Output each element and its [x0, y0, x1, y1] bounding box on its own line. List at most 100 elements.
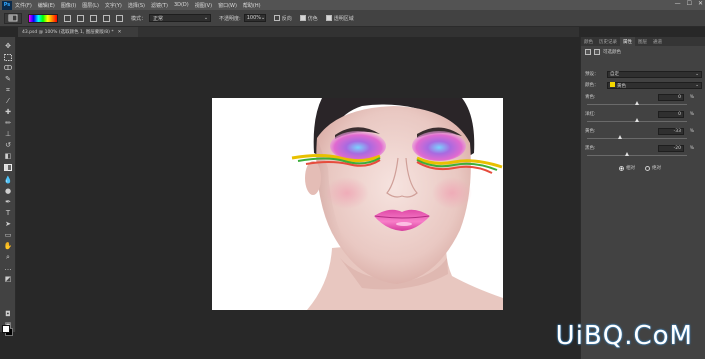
yellow-swatch-icon	[610, 81, 615, 87]
shape-tool-icon[interactable]: ▭	[3, 230, 13, 240]
menu-bar: Ps 文件(F) 编辑(E) 图像(I) 图层(L) 文字(Y) 选择(S) 滤…	[0, 0, 705, 10]
menu-3d[interactable]: 3D(D)	[171, 2, 192, 8]
slider-row: 黄色: -33%	[585, 127, 702, 135]
menu-select[interactable]: 选择(S)	[125, 2, 148, 9]
menu-window[interactable]: 窗口(W)	[215, 2, 240, 9]
properties-header: 可选颜色	[581, 46, 705, 58]
healing-brush-tool-icon[interactable]: ✚	[3, 107, 13, 117]
diamond-gradient-icon[interactable]	[116, 14, 123, 22]
slider-row: 黑色: -20%	[585, 144, 702, 152]
colors-select[interactable]: 黄色 ⌄	[607, 81, 702, 89]
eyedropper-tool-icon[interactable]: ⁄	[3, 96, 13, 106]
brush-tool-icon[interactable]: ✏	[3, 118, 13, 128]
opacity-label: 不透明度:	[219, 15, 241, 22]
slider-row: 洋红: 0%	[585, 110, 702, 118]
method-radio-group: 相对 绝对	[619, 165, 661, 171]
menu-filter[interactable]: 滤镜(T)	[148, 2, 171, 9]
more-tools-icon[interactable]: …	[3, 263, 13, 273]
slider-thumb[interactable]	[624, 152, 629, 156]
maximize-button[interactable]: ☐	[687, 0, 692, 7]
slider-unit: %	[689, 94, 694, 100]
close-tab-icon[interactable]: ✕	[118, 30, 122, 35]
slider-unit: %	[689, 145, 694, 151]
chevron-down-icon: ⌄	[695, 71, 699, 77]
mask-icon[interactable]	[594, 49, 600, 55]
quick-select-tool-icon[interactable]: ✎	[3, 74, 13, 84]
transparency-checkbox[interactable]	[325, 15, 332, 21]
angle-gradient-icon[interactable]	[90, 14, 97, 22]
dodge-tool-icon[interactable]: ●	[3, 186, 13, 196]
mode-select[interactable]: 正常 ⌄	[149, 14, 212, 22]
slider-thumb[interactable]	[634, 101, 639, 105]
tools-panel: ✥ ↀ ✎ ⌗ ⁄ ✚ ✏ ⊥ ↺ ◧ 💧 ● ✒ T ➤ ▭ ✋ ⌕ … ◩ …	[0, 37, 16, 336]
colors-value-wrap: 黄色	[610, 81, 626, 89]
mode-label: 模式：	[131, 15, 147, 22]
foreground-color-swatch[interactable]	[2, 325, 10, 333]
gradient-tool-icon[interactable]	[3, 162, 13, 172]
slider-track[interactable]	[587, 118, 687, 122]
document-canvas[interactable]	[212, 98, 503, 310]
colors-value: 黄色	[617, 83, 626, 89]
slider-value-input[interactable]: -20	[658, 144, 684, 152]
default-colors-icon[interactable]: ◩	[3, 274, 13, 284]
document-tab[interactable]: 43.psd @ 100% (选取颜色 1, 图层蒙版/8) * ✕	[18, 27, 138, 37]
lasso-tool-icon[interactable]: ↀ	[3, 63, 13, 73]
tab-layers[interactable]: 图层	[635, 37, 650, 46]
slider-value-input[interactable]: 0	[658, 93, 684, 101]
close-window-button[interactable]: ✕	[698, 0, 703, 7]
dither-label: 仿色	[307, 15, 318, 22]
radio-absolute[interactable]: 绝对	[645, 165, 661, 171]
quick-mask-icon[interactable]: ◘	[3, 309, 13, 319]
menu-layer[interactable]: 图层(L)	[79, 2, 102, 9]
menu-file[interactable]: 文件(F)	[12, 2, 35, 9]
move-tool-icon[interactable]: ✥	[3, 41, 13, 51]
slider-track[interactable]	[587, 135, 687, 139]
linear-gradient-icon[interactable]	[64, 14, 71, 22]
pen-tool-icon[interactable]: ✒	[3, 197, 13, 207]
slider-value-input[interactable]: -33	[658, 127, 684, 135]
slider-thumb[interactable]	[617, 135, 622, 139]
properties-panel: 颜色 历史记录 属性 图层 通道 可选颜色 预设： 自定 ⌄ 颜色： 黄色 ⌄ …	[580, 37, 705, 359]
clone-stamp-tool-icon[interactable]: ⊥	[3, 129, 13, 139]
menu-image[interactable]: 图像(I)	[58, 2, 79, 9]
tab-color[interactable]: 颜色	[581, 37, 596, 46]
eraser-tool-icon[interactable]: ◧	[3, 151, 13, 161]
slider-label: 青色:	[585, 95, 596, 100]
marquee-tool-icon[interactable]	[3, 52, 13, 62]
crop-tool-icon[interactable]: ⌗	[3, 85, 13, 95]
radial-gradient-icon[interactable]	[77, 14, 84, 22]
tab-properties[interactable]: 属性	[620, 37, 635, 46]
reflected-gradient-icon[interactable]	[103, 14, 110, 22]
tab-history[interactable]: 历史记录	[596, 37, 620, 46]
slider-value-input[interactable]: 0	[658, 110, 684, 118]
menu-type[interactable]: 文字(Y)	[102, 2, 125, 9]
preset-select[interactable]: 自定 ⌄	[607, 70, 702, 78]
path-selection-tool-icon[interactable]: ➤	[3, 219, 13, 229]
type-tool-icon[interactable]: T	[3, 208, 13, 218]
blur-tool-icon[interactable]: 💧	[3, 175, 13, 185]
chevron-down-icon: ⌄	[695, 82, 699, 88]
preset-label: 预设：	[585, 72, 599, 77]
radio-absolute-label: 绝对	[652, 166, 661, 171]
hand-tool-icon[interactable]: ✋	[3, 241, 13, 251]
photoshop-window: Ps 文件(F) 编辑(E) 图像(I) 图层(L) 文字(Y) 选择(S) 滤…	[0, 0, 705, 359]
gradient-tool-icon	[8, 14, 18, 22]
radio-relative[interactable]: 相对	[619, 165, 635, 171]
slider-track[interactable]	[587, 152, 687, 156]
gradient-swatch[interactable]	[28, 13, 58, 23]
radio-absolute-dot	[645, 165, 650, 171]
menu-view[interactable]: 视图(V)	[192, 2, 215, 9]
tool-preset-picker[interactable]	[4, 12, 22, 24]
slider-thumb[interactable]	[634, 118, 639, 122]
slider-track[interactable]	[587, 101, 687, 105]
menu-help[interactable]: 帮助(H)	[240, 2, 264, 9]
zoom-tool-icon[interactable]: ⌕	[3, 252, 13, 262]
opacity-input[interactable]: 100% ⌄	[243, 14, 266, 22]
reverse-checkbox[interactable]	[273, 15, 280, 21]
slider-label: 洋红:	[585, 112, 596, 117]
menu-edit[interactable]: 编辑(E)	[35, 2, 58, 9]
history-brush-tool-icon[interactable]: ↺	[3, 140, 13, 150]
tab-channels[interactable]: 通道	[650, 37, 665, 46]
dither-checkbox[interactable]	[299, 15, 306, 21]
minimize-button[interactable]: —	[675, 0, 681, 7]
